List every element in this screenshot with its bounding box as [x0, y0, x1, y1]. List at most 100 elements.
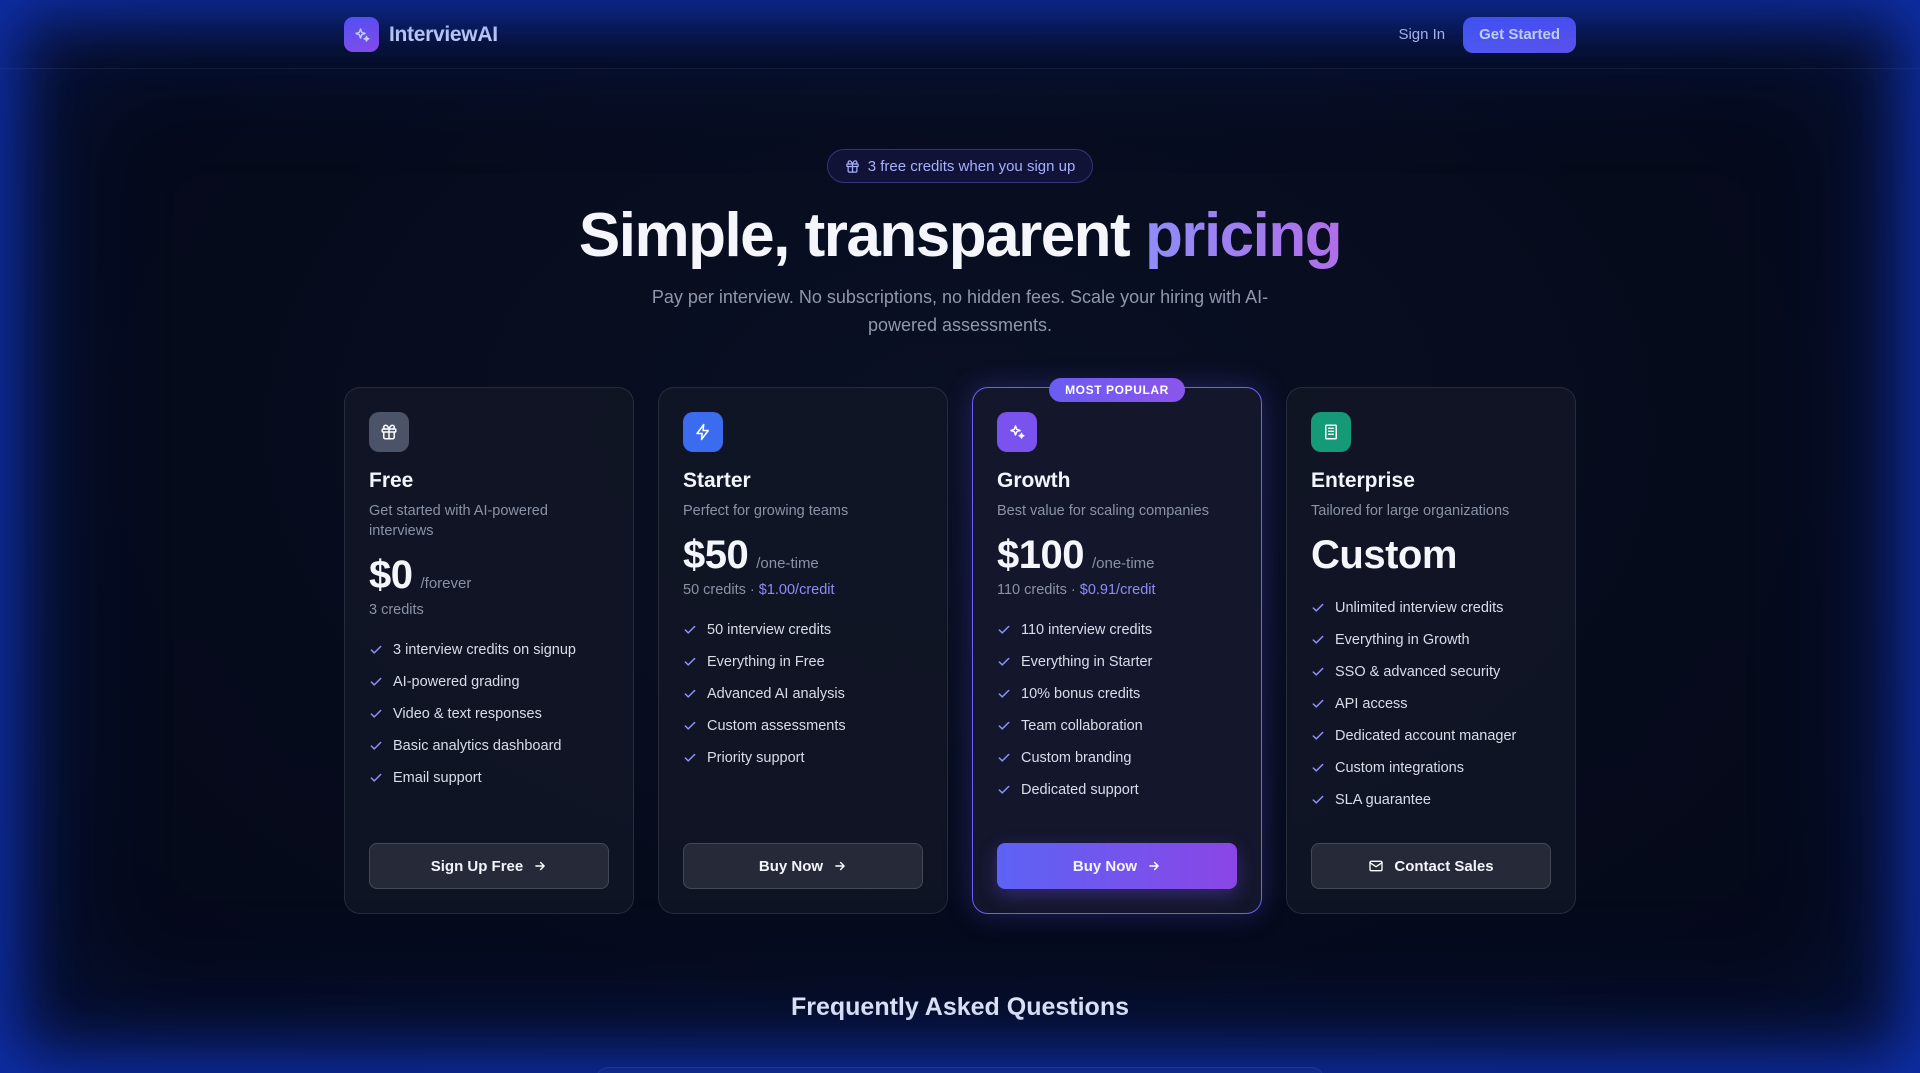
arrow-right-icon	[535, 861, 546, 871]
faq-heading: Frequently Asked Questions	[790, 993, 1130, 1021]
badge-text: 3 free credits when you sign up	[867, 157, 1076, 175]
check-icon	[684, 689, 696, 698]
button-label: Sign Up Free	[430, 857, 524, 875]
feature-text: Dedicated account manager	[1335, 728, 1517, 744]
feature-item: SSO & advanced security	[1311, 656, 1551, 688]
check-icon	[998, 657, 1010, 666]
plan-name: Free	[369, 469, 414, 492]
page-subtitle: Pay per interview. No subscriptions, no …	[651, 287, 1269, 335]
feature-item: Priority support	[683, 742, 923, 774]
arrow-right-icon	[835, 861, 845, 871]
per-credit-price: $1.00/credit	[758, 582, 835, 598]
plan-card-starter: Starter Perfect for growing teams $50 /o…	[658, 387, 948, 914]
feature-text: Everything in Free	[707, 654, 825, 670]
feature-item: 10% bonus credits	[997, 678, 1237, 710]
feature-text: Priority support	[707, 750, 805, 766]
plan-card-enterprise: Enterprise Tailored for large organizati…	[1286, 387, 1576, 914]
gift-icon	[845, 159, 859, 173]
check-icon	[684, 721, 696, 730]
check-icon	[998, 753, 1010, 762]
check-icon	[998, 689, 1010, 698]
feature-text: Custom assessments	[707, 718, 846, 734]
mail-icon	[1369, 860, 1384, 872]
plan-price: $50	[683, 533, 749, 577]
feature-item: Basic analytics dashboard	[369, 730, 609, 762]
plan-price: Custom	[1311, 533, 1457, 577]
feature-item: Email support	[369, 762, 609, 794]
feature-text: Unlimited interview credits	[1335, 600, 1504, 616]
feature-text: AI-powered grading	[393, 674, 520, 690]
plan-price: $100	[997, 533, 1084, 577]
buy-now-starter-button[interactable]: Buy Now	[683, 843, 923, 889]
most-popular-badge: MOST POPULAR	[1049, 378, 1185, 402]
feature-text: 110 interview credits	[1021, 622, 1153, 638]
feature-text: Basic analytics dashboard	[393, 738, 562, 754]
credits-count: 50 credits ·	[683, 582, 759, 598]
feature-text: 3 interview credits on signup	[393, 642, 576, 658]
check-icon	[1312, 731, 1324, 740]
button-label: Contact Sales	[1394, 857, 1494, 875]
sparkles-icon	[344, 17, 379, 52]
title-accent: pricing	[1144, 201, 1343, 270]
button-label: Buy Now	[758, 857, 824, 875]
plan-description: Tailored for large organizations	[1311, 503, 1510, 519]
plan-description: Best value for scaling companies	[997, 503, 1209, 519]
feature-item: Advanced AI analysis	[683, 678, 923, 710]
page: InterviewAI Sign In Get Started 3 free c…	[0, 0, 1920, 1073]
sign-in-link[interactable]: Sign In	[1398, 26, 1445, 43]
feature-list: 3 interview credits on signup AI-powered…	[369, 634, 609, 794]
feature-text: Advanced AI analysis	[707, 686, 845, 702]
feature-text: 50 interview credits	[707, 622, 832, 638]
feature-item: Video & text responses	[369, 698, 609, 730]
check-icon	[370, 645, 382, 654]
faq-item[interactable]	[596, 1067, 1324, 1073]
feature-item: 110 interview credits	[997, 614, 1237, 646]
feature-item: Dedicated support	[997, 774, 1237, 806]
feature-item: Everything in Free	[683, 646, 923, 678]
plan-name: Growth	[997, 469, 1071, 492]
feature-item: Unlimited interview credits	[1311, 592, 1551, 624]
page-title: Simple, transparent pricing	[0, 200, 1920, 271]
feature-list: 50 interview credits Everything in Free …	[683, 614, 923, 774]
title-main: Simple, transparent	[578, 201, 1145, 270]
feature-item: Everything in Growth	[1311, 624, 1551, 656]
feature-text: SSO & advanced security	[1335, 664, 1501, 680]
feature-item: Custom assessments	[683, 710, 923, 742]
sign-up-free-button[interactable]: Sign Up Free	[369, 843, 609, 889]
arrow-right-icon	[1149, 861, 1159, 871]
sparkles-icon	[997, 412, 1037, 452]
feature-item: Everything in Starter	[997, 646, 1237, 678]
check-icon	[1312, 603, 1324, 612]
feature-item: Team collaboration	[997, 710, 1237, 742]
plan-period: /forever	[420, 575, 472, 592]
brand[interactable]: InterviewAI	[344, 17, 498, 52]
plan-period: /one-time	[1091, 555, 1155, 572]
plan-description: Get started with AI-powered interviews	[369, 503, 548, 539]
feature-item: AI-powered grading	[369, 666, 609, 698]
plan-name: Enterprise	[1311, 469, 1415, 492]
plan-card-free: Free Get started with AI-powered intervi…	[344, 387, 634, 914]
credits-count: 3 credits	[369, 602, 424, 618]
feature-text: API access	[1335, 696, 1408, 712]
check-icon	[684, 657, 696, 666]
buy-now-growth-button[interactable]: Buy Now	[997, 843, 1237, 889]
check-icon	[684, 625, 696, 634]
brand-name: InterviewAI	[389, 22, 498, 46]
check-icon	[998, 625, 1010, 634]
feature-text: Everything in Growth	[1335, 632, 1470, 648]
contact-sales-button[interactable]: Contact Sales	[1311, 843, 1551, 889]
check-icon	[1312, 699, 1324, 708]
feature-item: Dedicated account manager	[1311, 720, 1551, 752]
lightning-icon	[683, 412, 723, 452]
check-icon	[1312, 635, 1324, 644]
button-label: Buy Now	[1072, 857, 1138, 875]
feature-text: Email support	[393, 770, 482, 786]
feature-item: Custom integrations	[1311, 752, 1551, 784]
feature-item: API access	[1311, 688, 1551, 720]
check-icon	[1312, 667, 1324, 676]
plan-period: /one-time	[756, 555, 819, 572]
plan-name: Starter	[683, 469, 751, 492]
plan-card-growth: MOST POPULAR Growth Best value for scali…	[972, 378, 1262, 914]
check-icon	[1312, 763, 1324, 772]
get-started-button[interactable]: Get Started	[1463, 16, 1576, 53]
